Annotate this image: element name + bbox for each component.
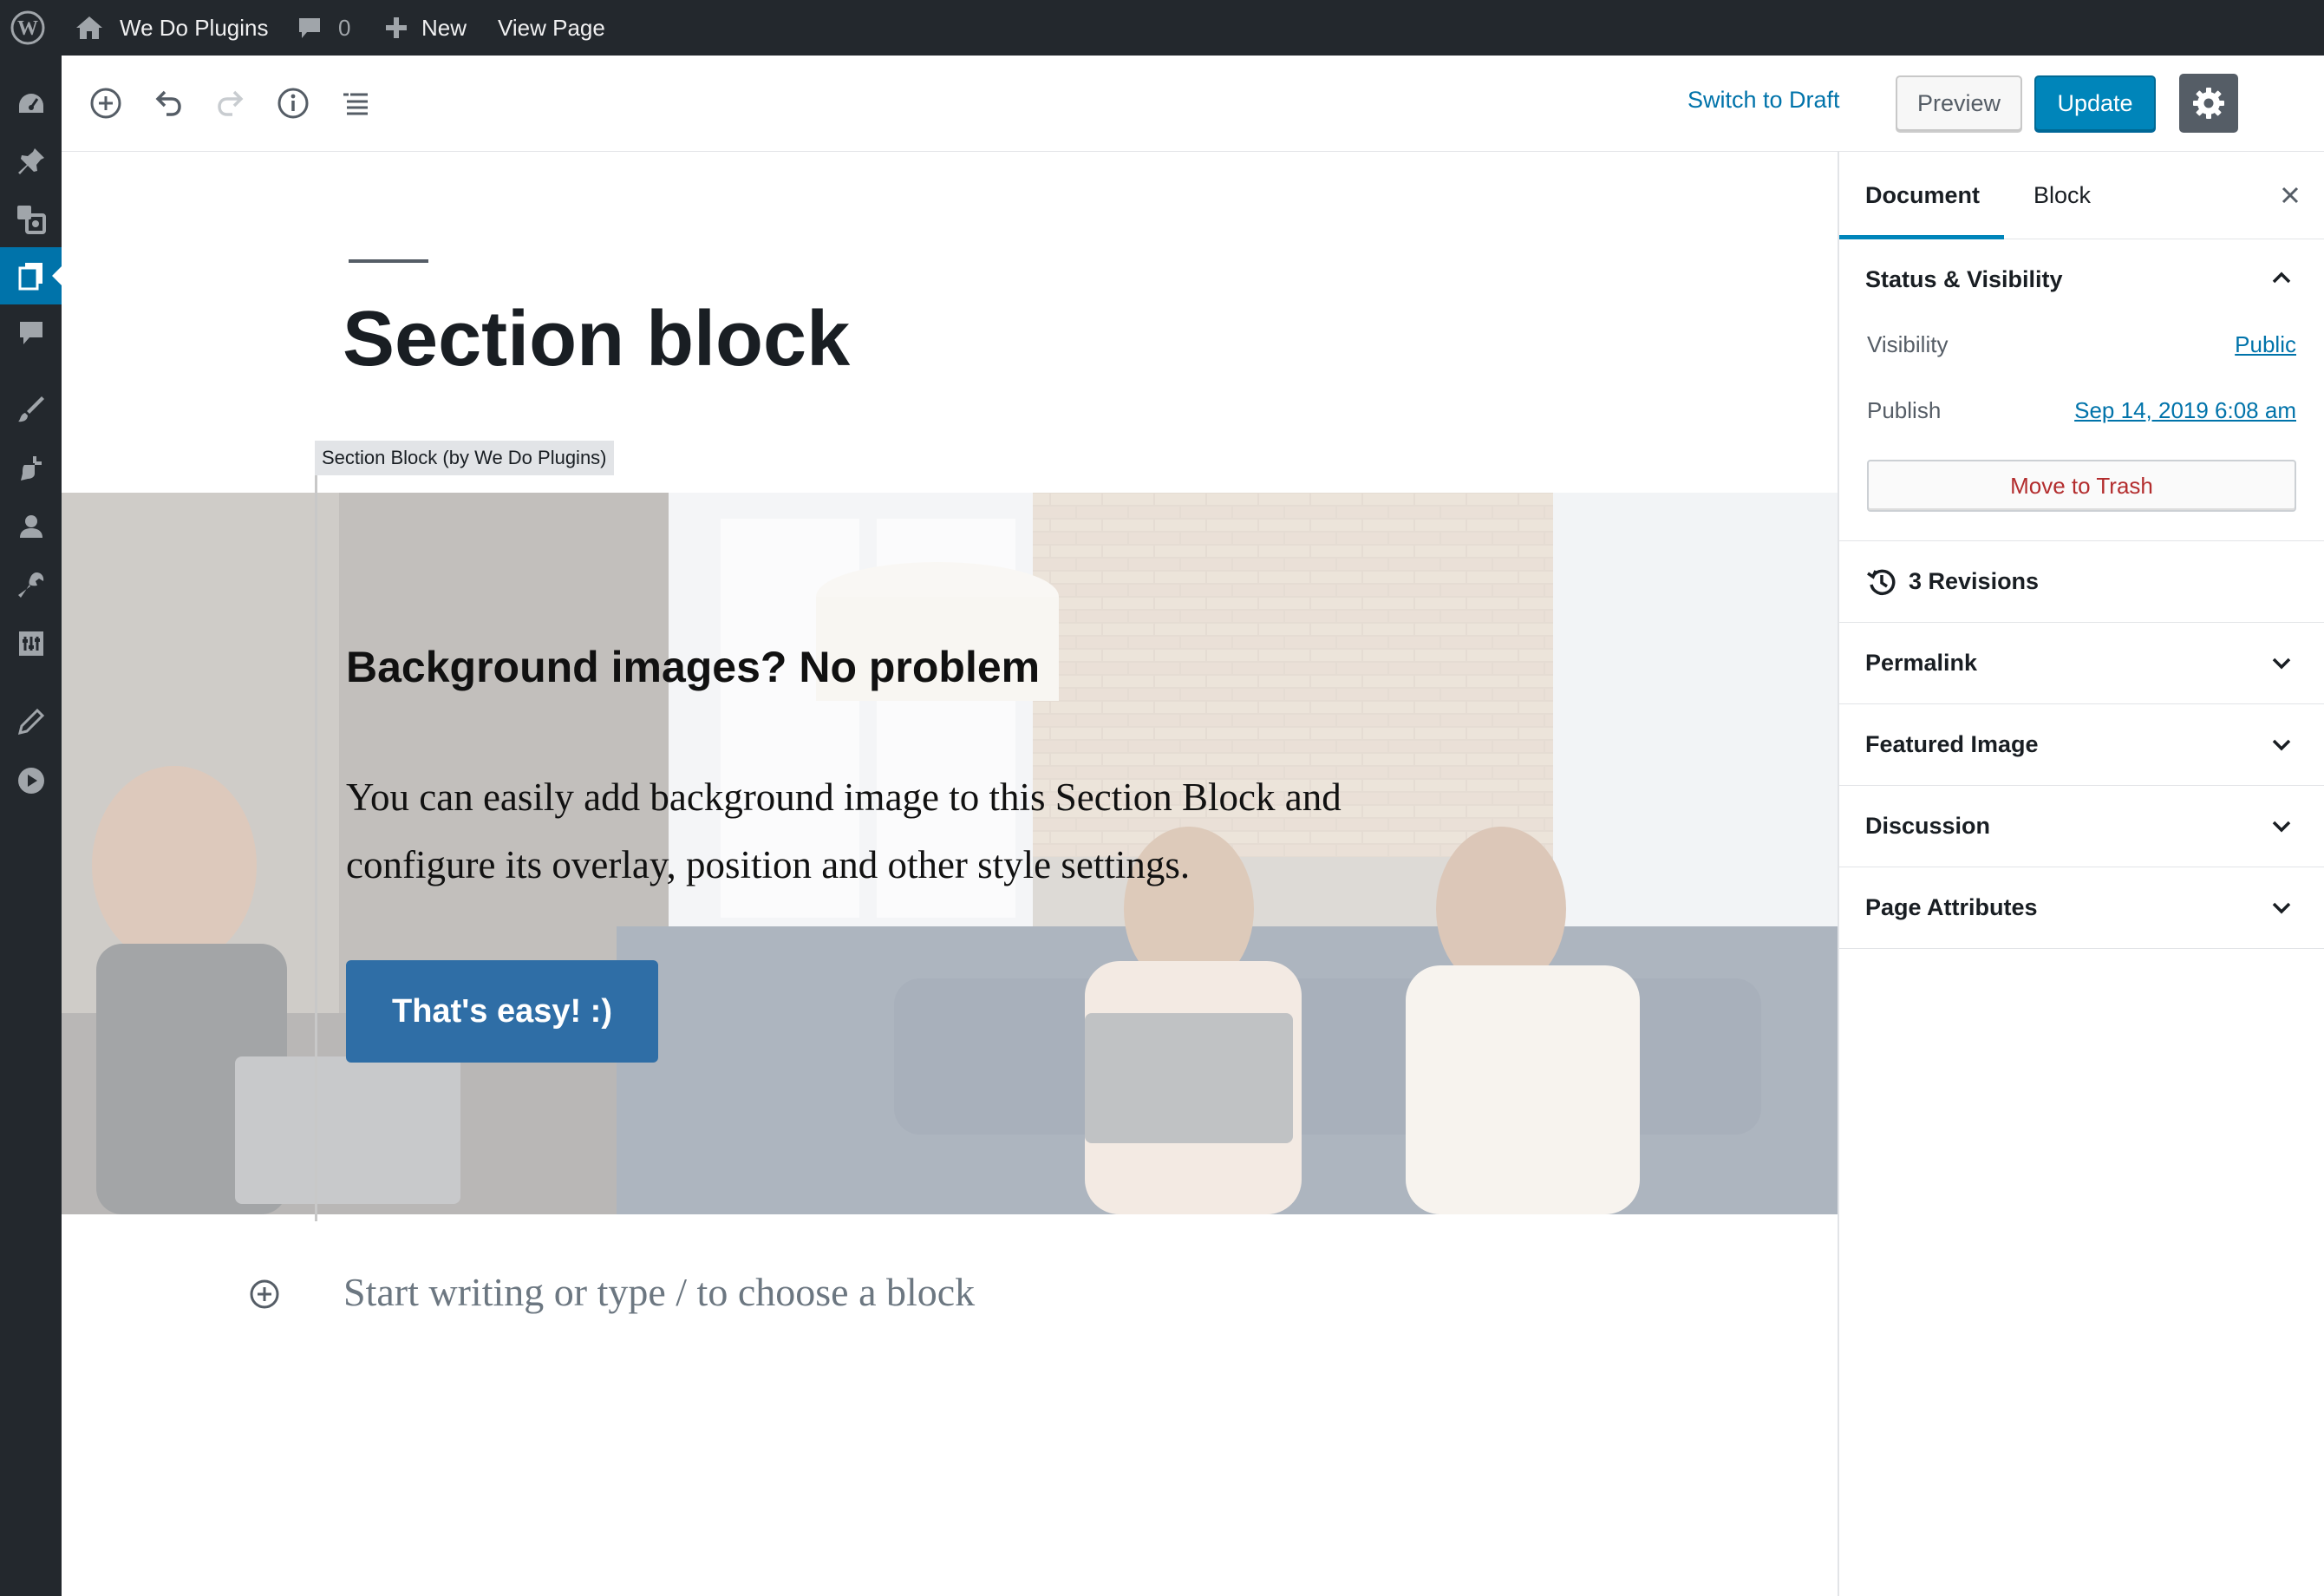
publish-label: Publish <box>1867 397 1942 423</box>
title-separator <box>349 259 428 263</box>
post-title[interactable]: Section block <box>343 295 850 384</box>
play-icon <box>17 768 44 794</box>
comments-count: 0 <box>338 14 351 41</box>
menu-posts[interactable] <box>0 133 62 190</box>
menu-settings[interactable] <box>0 615 62 672</box>
plugin-icon <box>20 456 42 481</box>
redo-icon <box>218 90 244 116</box>
comments-link[interactable]: 0 <box>297 0 350 56</box>
publish-date-link[interactable]: Sep 14, 2019 6:08 am <box>2074 397 2296 424</box>
section-cta-button[interactable]: That's easy! :) <box>346 960 658 1063</box>
menu-pages[interactable] <box>0 247 62 304</box>
block-inserter-button[interactable] <box>82 80 129 127</box>
tab-document[interactable]: Document <box>1865 152 1980 239</box>
view-page-label: View Page <box>498 14 605 41</box>
update-button[interactable]: Update <box>2034 75 2156 131</box>
default-block-appender[interactable]: Start writing or type / to choose a bloc… <box>343 1269 975 1315</box>
editor-canvas: Section block Section Block (by We Do Pl… <box>62 152 1838 1596</box>
menu-custom-2[interactable] <box>0 752 62 809</box>
undo-icon <box>155 90 181 116</box>
panel-title-discussion[interactable]: Discussion <box>1865 813 1990 840</box>
menu-appearance[interactable] <box>0 381 62 438</box>
menu-media[interactable] <box>0 190 62 247</box>
chevron-down-icon <box>2272 821 2291 833</box>
switch-to-draft-button[interactable]: Switch to Draft <box>1688 87 1840 114</box>
panel-discussion[interactable]: Discussion <box>1839 786 2324 867</box>
menu-comments[interactable] <box>0 304 62 362</box>
editor-header: Switch to Draft Preview Update <box>62 56 2324 152</box>
section-paragraph[interactable]: You can easily add background image to t… <box>346 763 1413 899</box>
pencil-icon <box>17 708 44 736</box>
comments-icon <box>19 322 42 344</box>
preview-button[interactable]: Preview <box>1896 75 2022 131</box>
plus-circle-icon <box>250 1279 279 1309</box>
settings-toggle-button[interactable] <box>2179 74 2238 133</box>
menu-plugins[interactable] <box>0 440 62 497</box>
block-navigation-button[interactable] <box>332 80 379 127</box>
panel-title-page-attributes[interactable]: Page Attributes <box>1865 894 2038 921</box>
paintbrush-icon <box>17 396 44 422</box>
comment-icon <box>299 18 320 38</box>
chevron-down-icon <box>2272 739 2291 751</box>
admin-bar: W We Do Plugins 0 New View Page <box>0 0 2324 56</box>
more-menu-button[interactable] <box>2318 82 2324 125</box>
close-sidebar-button[interactable] <box>2273 178 2308 213</box>
admin-menu <box>0 56 62 1596</box>
list-icon <box>343 93 368 115</box>
site-name-link[interactable]: We Do Plugins <box>75 0 269 56</box>
settings-icon <box>18 631 43 656</box>
wrench-icon <box>17 572 43 598</box>
redo-button[interactable] <box>207 80 254 127</box>
revisions-link[interactable]: 3 Revisions <box>1909 568 2039 595</box>
pushpin-icon <box>17 148 44 174</box>
block-outline <box>315 441 317 1221</box>
panel-title-featured-image[interactable]: Featured Image <box>1865 731 2039 758</box>
site-name: We Do Plugins <box>120 14 269 41</box>
content-info-button[interactable] <box>270 80 317 127</box>
move-to-trash-button[interactable]: Move to Trash <box>1867 460 2296 512</box>
new-content-link[interactable]: New <box>383 0 467 56</box>
pages-icon <box>18 263 42 291</box>
undo-button[interactable] <box>145 80 192 127</box>
menu-dashboard[interactable] <box>0 75 62 133</box>
dashboard-icon <box>18 94 43 113</box>
gear-icon <box>2193 88 2224 119</box>
info-icon <box>277 88 309 119</box>
chevron-down-icon <box>2272 902 2291 914</box>
sidebar-tabs: Document Block <box>1839 152 2324 239</box>
section-heading[interactable]: Background images? No problem <box>346 642 1040 692</box>
panel-revisions[interactable]: 3 Revisions <box>1839 541 2324 623</box>
user-icon <box>19 515 42 538</box>
tab-block[interactable]: Block <box>2034 152 2091 239</box>
media-icon <box>16 206 46 234</box>
home-icon <box>76 16 102 39</box>
wordpress-logo-icon[interactable]: W <box>9 0 47 56</box>
svg-text:W: W <box>17 17 38 40</box>
panel-title-status-visibility[interactable]: Status & Visibility <box>1865 266 2063 293</box>
block-type-label: Section Block (by We Do Plugins) <box>315 441 614 475</box>
plus-circle-icon <box>90 88 121 119</box>
menu-tools[interactable] <box>0 557 62 614</box>
menu-users[interactable] <box>0 498 62 555</box>
chevron-down-icon <box>2272 657 2291 670</box>
settings-sidebar: Document Block Status & Visibility Visib… <box>1838 152 2324 1596</box>
inline-inserter-button[interactable] <box>247 1277 282 1311</box>
panel-permalink[interactable]: Permalink <box>1839 623 2324 704</box>
menu-custom-1[interactable] <box>0 693 62 750</box>
visibility-label: Visibility <box>1867 331 1949 357</box>
panel-status-visibility: Status & Visibility Visibility Public Pu… <box>1839 239 2324 541</box>
panel-title-permalink[interactable]: Permalink <box>1865 650 1977 677</box>
history-icon <box>1867 569 1896 596</box>
new-label: New <box>421 14 467 41</box>
close-icon <box>2282 186 2299 204</box>
chevron-up-icon[interactable] <box>2270 266 2293 289</box>
panel-page-attributes[interactable]: Page Attributes <box>1839 867 2324 949</box>
visibility-value-link[interactable]: Public <box>2235 331 2296 358</box>
panel-featured-image[interactable]: Featured Image <box>1839 704 2324 786</box>
plus-icon <box>386 17 407 38</box>
view-page-link[interactable]: View Page <box>498 0 605 56</box>
